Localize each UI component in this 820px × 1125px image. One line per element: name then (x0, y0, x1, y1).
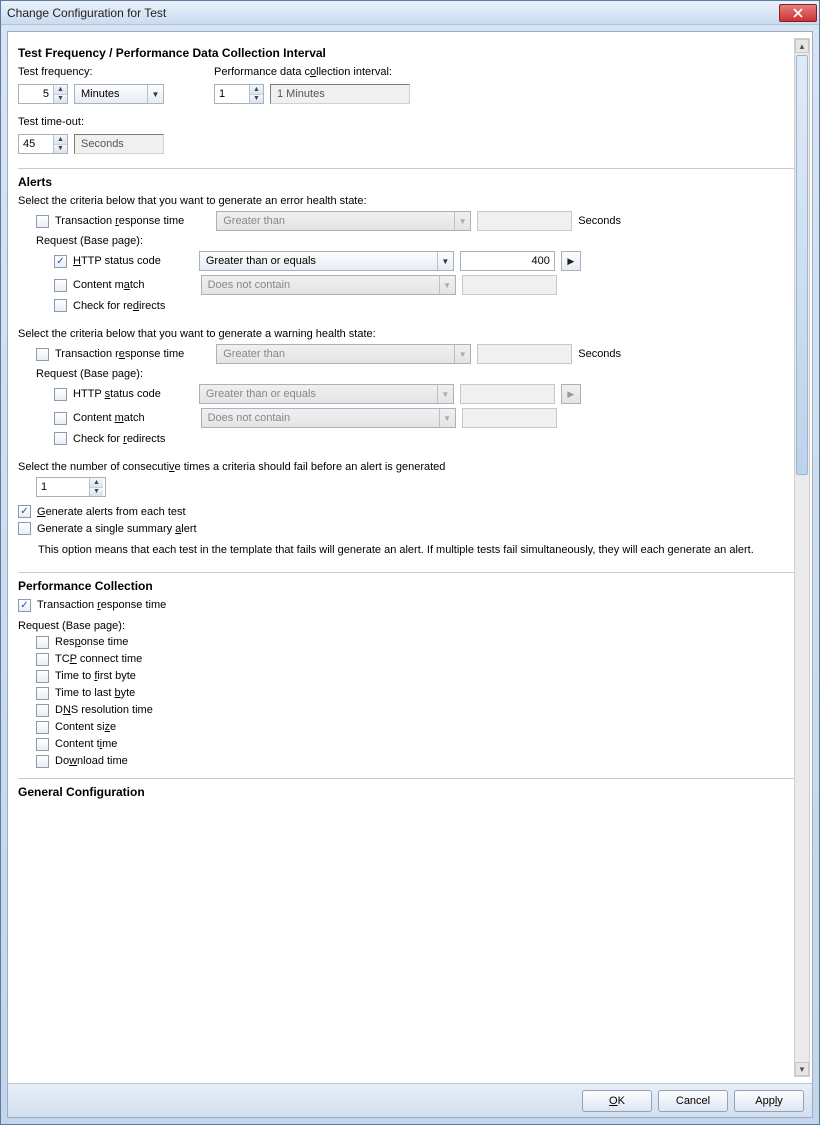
chevron-down-icon: ▼ (437, 385, 453, 403)
test-frequency-unit-select[interactable]: Minutes ▼ (74, 84, 164, 104)
section-performance-collection: Performance Collection (18, 579, 794, 593)
consecutive-label: Select the number of consecutive times a… (18, 461, 794, 473)
perf-interval-label: Performance data collection interval: (214, 66, 410, 78)
spinner-up-icon[interactable]: ▲ (54, 85, 67, 95)
spinner-up-icon[interactable]: ▲ (54, 135, 67, 145)
error-request-base-label: Request (Base page): (18, 235, 794, 247)
perf-request-base-label: Request (Base page): (18, 620, 794, 632)
timeout-input[interactable] (19, 135, 53, 153)
consecutive-spinner[interactable]: ▲▼ (36, 477, 106, 497)
perf-content-time-checkbox[interactable]: Content time (36, 738, 117, 751)
alerts-error-intro: Select the criteria below that you want … (18, 195, 794, 207)
chevron-down-icon: ▼ (147, 85, 163, 103)
generate-each-checkbox[interactable]: ✓Generate alerts from each test (18, 505, 186, 518)
spinner-down-icon[interactable]: ▼ (250, 95, 263, 104)
perf-tcp-checkbox[interactable]: TCP connect time (36, 653, 142, 666)
vertical-scrollbar[interactable]: ▲ ▼ (794, 38, 810, 1077)
timeout-label: Test time-out: (18, 116, 794, 128)
error-http-status-value[interactable]: 400 (460, 251, 555, 271)
perf-interval-readonly: 1 Minutes (270, 84, 410, 104)
perf-response-time-checkbox[interactable]: Response time (36, 636, 128, 649)
button-bar: OK Cancel Apply (8, 1083, 812, 1117)
chevron-down-icon: ▼ (454, 212, 470, 230)
generate-note: This option means that each test in the … (18, 539, 794, 562)
chevron-down-icon: ▼ (454, 345, 470, 363)
error-trans-resp-op: Greater than▼ (216, 211, 471, 231)
close-button[interactable] (779, 4, 817, 22)
alerts-warning-intro: Select the criteria below that you want … (18, 328, 794, 340)
error-trans-resp-checkbox[interactable]: Transaction response time (36, 215, 184, 228)
cancel-button[interactable]: Cancel (658, 1090, 728, 1112)
section-alerts: Alerts (18, 175, 794, 189)
error-check-redirects-checkbox[interactable]: Check for redirects (54, 299, 165, 312)
perf-trans-resp-checkbox[interactable]: ✓Transaction response time (18, 599, 166, 612)
perf-interval-input[interactable] (215, 85, 249, 103)
warn-http-status-play-button: ▶ (561, 384, 581, 404)
scroll-up-icon[interactable]: ▲ (795, 39, 809, 53)
perf-content-size-checkbox[interactable]: Content size (36, 721, 116, 734)
scroll-area: Test Frequency / Performance Data Collec… (8, 32, 812, 1083)
scrollbar-thumb[interactable] (796, 55, 808, 475)
section-general-config: General Configuration (18, 785, 794, 799)
section-test-frequency: Test Frequency / Performance Data Collec… (18, 46, 794, 60)
test-frequency-spinner[interactable]: ▲▼ (18, 84, 68, 104)
warn-trans-resp-op: Greater than▼ (216, 344, 471, 364)
chevron-down-icon: ▼ (437, 252, 453, 270)
timeout-spinner[interactable]: ▲▼ (18, 134, 68, 154)
consecutive-input[interactable] (37, 478, 89, 496)
timeout-unit: Seconds (74, 134, 164, 154)
perf-interval-spinner[interactable]: ▲▼ (214, 84, 264, 104)
warn-trans-resp-value (477, 344, 572, 364)
test-frequency-label: Test frequency: (18, 66, 164, 78)
apply-button[interactable]: Apply (734, 1090, 804, 1112)
spinner-down-icon[interactable]: ▼ (54, 95, 67, 104)
warn-content-match-value (462, 408, 557, 428)
error-http-status-op[interactable]: Greater than or equals▼ (199, 251, 454, 271)
spinner-up-icon[interactable]: ▲ (90, 478, 103, 488)
warn-http-status-op: Greater than or equals▼ (199, 384, 454, 404)
spinner-down-icon[interactable]: ▼ (90, 488, 103, 497)
spinner-up-icon[interactable]: ▲ (250, 85, 263, 95)
warn-http-status-checkbox[interactable]: HTTP status code (54, 388, 161, 401)
warn-content-match-checkbox[interactable]: Content match (54, 412, 145, 425)
titlebar: Change Configuration for Test (1, 1, 819, 25)
ok-button[interactable]: OK (582, 1090, 652, 1112)
perf-download-time-checkbox[interactable]: Download time (36, 755, 128, 768)
test-frequency-input[interactable] (19, 85, 53, 103)
error-http-status-checkbox[interactable]: ✓HTTP status code (54, 255, 161, 268)
warn-http-status-value (460, 384, 555, 404)
seconds-label: Seconds (578, 215, 621, 227)
warn-check-redirects-checkbox[interactable]: Check for redirects (54, 432, 165, 445)
error-content-match-value (462, 275, 557, 295)
dialog-window: Change Configuration for Test Test Frequ… (0, 0, 820, 1125)
warn-request-base-label: Request (Base page): (18, 368, 794, 380)
perf-ttlb-checkbox[interactable]: Time to last byte (36, 687, 135, 700)
perf-dns-checkbox[interactable]: DNS resolution time (36, 704, 153, 717)
error-content-match-checkbox[interactable]: Content match (54, 279, 145, 292)
warn-trans-resp-checkbox[interactable]: Transaction response time (36, 348, 184, 361)
content-panel: Test Frequency / Performance Data Collec… (7, 31, 813, 1118)
spinner-down-icon[interactable]: ▼ (54, 145, 67, 154)
generate-single-checkbox[interactable]: Generate a single summary alert (18, 522, 197, 535)
close-icon (793, 8, 803, 18)
test-frequency-unit-value: Minutes (81, 88, 120, 100)
chevron-down-icon: ▼ (439, 276, 455, 294)
chevron-down-icon: ▼ (439, 409, 455, 427)
warn-content-match-op: Does not contain▼ (201, 408, 456, 428)
seconds-label: Seconds (578, 348, 621, 360)
perf-ttfb-checkbox[interactable]: Time to first byte (36, 670, 136, 683)
window-title: Change Configuration for Test (7, 6, 779, 20)
error-trans-resp-value (477, 211, 572, 231)
error-http-status-play-button[interactable]: ▶ (561, 251, 581, 271)
scroll-down-icon[interactable]: ▼ (795, 1062, 809, 1076)
error-content-match-op: Does not contain▼ (201, 275, 456, 295)
